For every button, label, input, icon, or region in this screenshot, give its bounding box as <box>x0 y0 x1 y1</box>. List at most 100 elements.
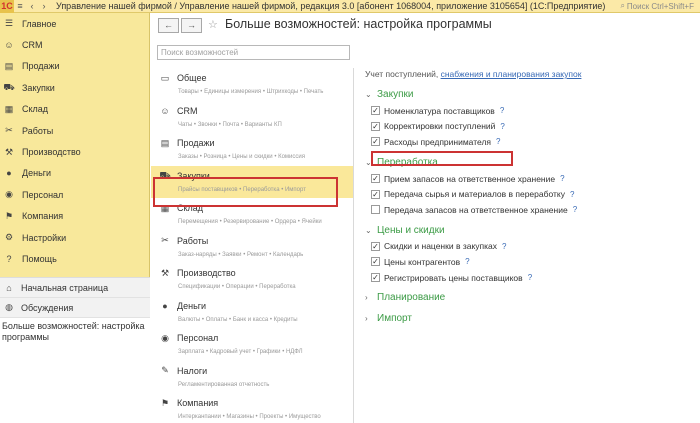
chevron-down-icon: ⌄ <box>365 225 372 235</box>
setting-row: ✓ Регистрировать цены поставщиков? <box>365 270 695 286</box>
help-icon[interactable]: ? <box>570 190 574 199</box>
factory-icon: ⚒ <box>160 267 170 278</box>
section-subtitle: Чаты • Звонки • Почта • Варианты КП <box>178 121 282 128</box>
section-title: Закупки <box>177 170 210 181</box>
sidebar-item-7[interactable]: ⚒ Производство <box>0 141 149 162</box>
section-item-10[interactable]: ✎ Налоги Регламентированная отчетность <box>151 361 353 394</box>
sidebar-item-11[interactable]: ⚙ Настройки <box>0 227 149 248</box>
section-item-4[interactable]: ⛟ Закупки Прайсы поставщиков • Переработка… <box>151 165 353 198</box>
sidebar-item-12[interactable]: ? Помощь <box>0 248 149 269</box>
section-title-row: ✎ Налоги <box>159 365 353 377</box>
checkbox-checked[interactable]: ✓ <box>371 121 380 131</box>
warehouse-icon: ▦ <box>4 103 14 114</box>
sidebar-item-4[interactable]: ⛟ Закупки <box>0 77 149 98</box>
section-title: Налоги <box>177 365 208 376</box>
section-item-1[interactable]: ▭ Общее Товары • Единицы измерения • Штрих… <box>151 68 353 101</box>
section-item-2[interactable]: ☺ CRM Чаты • Звонки • Почта • Варианты КП <box>151 101 353 134</box>
section-title: Общее <box>177 73 207 83</box>
checkbox-checked[interactable]: ✓ <box>371 106 380 116</box>
settings-panel: Учет поступлений, снабжения и планирован… <box>365 68 695 418</box>
sidebar: ☰ Главное ☺ CRM ▤ Продажи ⛟ Закупки ▦ Склад ✂ Работ… <box>0 13 150 423</box>
sidebar-item-label: Работы <box>22 125 54 136</box>
sidebar-item-label: Персонал <box>22 189 64 200</box>
section-title-row: ⛟ Закупки <box>159 170 353 182</box>
section-item-11[interactable]: ⚑ Компания Интерканпании • Магазины • Прое… <box>151 393 353 423</box>
flag-icon: ⚑ <box>160 397 170 408</box>
settings-group-header[interactable]: ⌄ Закупки <box>365 86 695 103</box>
settings-group-header[interactable]: ⌄ Переработка <box>365 154 695 171</box>
sidebar-lower-item-2[interactable]: ◍ Обсуждения <box>0 298 150 318</box>
back-button[interactable]: ← <box>158 18 179 33</box>
cart-icon: ⛟ <box>159 169 171 180</box>
section-item-7[interactable]: ⚒ Производство Спецификации • Операции • П… <box>151 263 353 296</box>
procurement-planning-link[interactable]: снабжения и планирования закупок <box>441 69 582 79</box>
section-title: Продажи <box>177 138 215 148</box>
taxes-icon: ✎ <box>161 365 169 375</box>
features-search-input[interactable]: Поиск возможностей <box>157 45 350 60</box>
settings-group-header[interactable]: › Импорт <box>365 310 695 327</box>
help-icon[interactable]: ? <box>573 205 577 214</box>
sidebar-item-3[interactable]: ▤ Продажи <box>0 56 149 77</box>
sidebar-item-9[interactable]: ◉ Персонал <box>0 184 149 205</box>
section-title-row: ▤ Продажи <box>159 137 353 149</box>
favorite-star-icon[interactable]: ☆ <box>208 18 218 31</box>
document-icon: ▭ <box>160 72 170 83</box>
section-item-8[interactable]: ● Деньги Валюты • Оплаты • Банк и касса • … <box>151 296 353 329</box>
section-item-9[interactable]: ◉ Персонал Зарплата • Кадровый учет • Граф… <box>151 328 353 361</box>
sidebar-item-8[interactable]: ● Деньги <box>0 163 149 184</box>
settings-group-title: Переработка <box>377 156 438 168</box>
section-item-6[interactable]: ✂ Работы Заказ-наряды • Заявки • Ремонт • … <box>151 231 353 264</box>
setting-label: Скидки и наценки в закупках <box>384 241 497 252</box>
section-title-row: ☺ CRM <box>159 105 353 117</box>
section-subtitle: Интерканпании • Магазины • Проекты • Иму… <box>178 414 321 420</box>
help-icon[interactable]: ? <box>465 257 469 266</box>
section-item-3[interactable]: ▤ Продажи Заказы • Розница • Цены и скидки… <box>151 133 353 166</box>
sidebar-item-1[interactable]: ☰ Главное <box>0 13 149 34</box>
back-icon[interactable]: ‹ <box>26 0 38 13</box>
sidebar-item-6[interactable]: ✂ Работы <box>0 120 149 141</box>
sidebar-lower-item-1[interactable]: ⌂ Начальная страница <box>0 278 150 298</box>
checkbox-checked[interactable]: ✓ <box>371 137 380 147</box>
menu-icon[interactable]: ≡ <box>14 0 26 13</box>
checkbox-checked[interactable]: ✓ <box>371 257 380 267</box>
help-icon[interactable]: ? <box>500 122 504 131</box>
sidebar-item-5[interactable]: ▦ Склад <box>0 99 149 120</box>
checkbox-checked[interactable]: ✓ <box>371 174 380 184</box>
flag-icon: ⚑ <box>4 210 14 221</box>
menu-icon: ☰ <box>4 18 14 29</box>
help-icon[interactable]: ? <box>502 242 506 251</box>
checkbox-unchecked[interactable] <box>371 205 380 215</box>
section-title: Работы <box>177 235 209 246</box>
help-icon[interactable]: ? <box>496 137 500 146</box>
money-icon: ● <box>162 300 168 311</box>
settings-group-header[interactable]: › Планирование <box>365 289 695 306</box>
open-form-tab[interactable]: Больше возможностей: настройка программы <box>0 318 150 346</box>
warehouse-icon: ▦ <box>160 202 170 213</box>
setting-label: Цены контрагентов <box>384 256 461 267</box>
settings-group-title: Закупки <box>377 89 414 100</box>
forward-button[interactable]: → <box>181 18 202 33</box>
sidebar-lower-label: Обсуждения <box>21 302 74 313</box>
section-subtitle: Заказы • Розница • Цены и скидки • Комис… <box>178 154 306 160</box>
sidebar-item-2[interactable]: ☺ CRM <box>0 34 149 55</box>
settings-group-header[interactable]: ⌄ Цены и скидки <box>365 222 695 239</box>
help-icon[interactable]: ? <box>560 174 564 183</box>
global-search-placeholder: Поиск Ctrl+Shift+F <box>626 1 694 11</box>
help-icon: ? <box>6 253 12 264</box>
global-search[interactable]: ⌕ Поиск Ctrl+Shift+F <box>620 1 696 11</box>
forward-icon[interactable]: › <box>38 0 50 13</box>
section-item-5[interactable]: ▦ Склад Перемещения • Резервирование • Орд… <box>151 198 353 231</box>
section-subtitle: Товары • Единицы измерения • Штрихкоды •… <box>178 89 324 95</box>
help-icon[interactable]: ? <box>500 106 504 115</box>
checkbox-checked[interactable]: ✓ <box>371 189 380 199</box>
help-icon[interactable]: ? <box>528 273 532 282</box>
window-title: Управление нашей фирмой / Управление наш… <box>56 1 606 11</box>
chevron-right-icon: › <box>365 293 368 303</box>
section-title: Производство <box>177 268 236 278</box>
tools-icon: ✂ <box>161 235 169 245</box>
settings-info: Учет поступлений, снабжения и планирован… <box>365 68 695 82</box>
section-title-row: ▭ Общее <box>159 72 353 84</box>
checkbox-checked[interactable]: ✓ <box>371 241 380 251</box>
checkbox-checked[interactable]: ✓ <box>371 273 380 283</box>
sidebar-item-10[interactable]: ⚑ Компания <box>0 206 149 227</box>
